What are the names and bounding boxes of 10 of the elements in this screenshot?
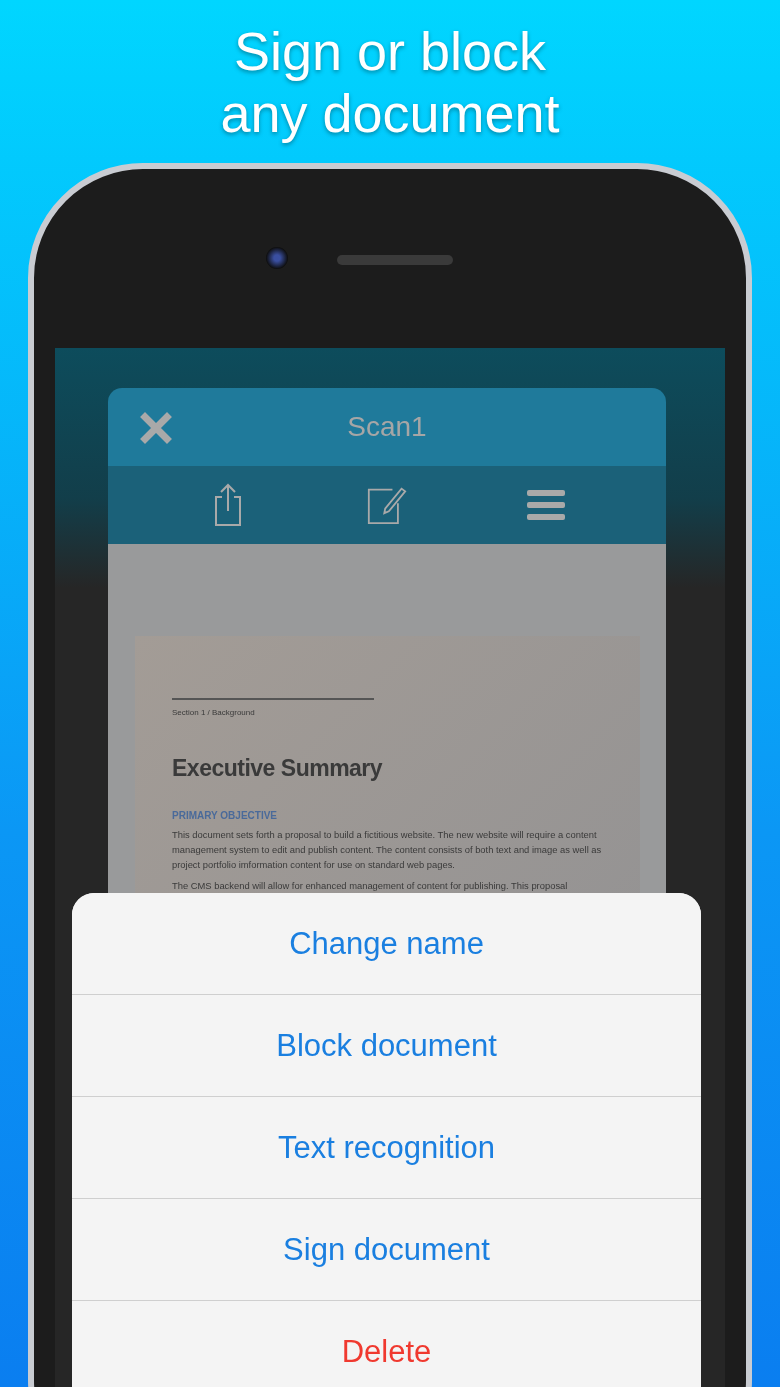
document-paragraph: This document sets forth a proposal to build a fictitious website. The new website will require a content management system to edit and publish content. The content consists of both text and image as well as project portfolio imformation content for use on standard web pages.	[172, 828, 603, 872]
section-label: Section 1 / Background	[172, 708, 256, 717]
close-icon[interactable]	[140, 412, 172, 444]
document-subheading: PRIMARY OBJECTIVE	[172, 810, 279, 821]
document-heading: Executive Summary	[172, 755, 384, 782]
action-button[interactable]: Change name	[72, 893, 701, 995]
headline-text: Sign or block	[233, 20, 547, 82]
window-title: Scan1	[347, 411, 427, 443]
document-paragraph: The CMS backend will allow for enhanced management of content for publishing. This proposal	[172, 879, 569, 893]
headline-text: any document	[220, 82, 560, 144]
